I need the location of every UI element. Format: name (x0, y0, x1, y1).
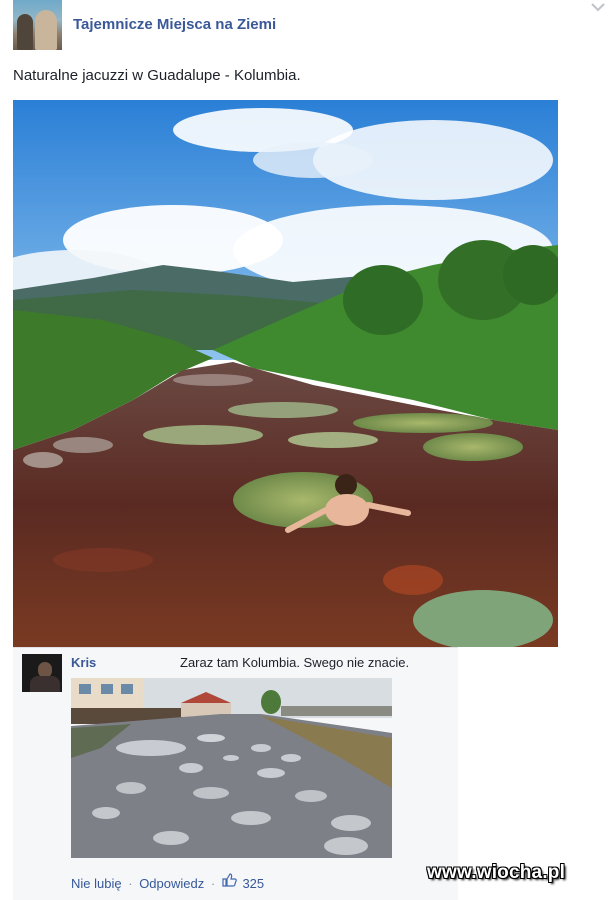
commenter-name-link[interactable]: Kris (71, 655, 96, 670)
separator: · (128, 876, 133, 892)
post-header: Tajemnicze Miejsca na Ziemi (13, 0, 605, 52)
page-avatar[interactable] (13, 0, 62, 50)
comment-actions: Nie lubię · Odpowiedz · 325 (71, 873, 264, 891)
like-count[interactable]: 325 (242, 876, 264, 891)
chevron-down-icon[interactable] (591, 2, 605, 12)
separator: · (210, 876, 216, 892)
watermark: www.wiocha.pl (427, 862, 566, 883)
page-name-link[interactable]: Tajemnicze Miejsca na Ziemi (73, 16, 276, 33)
thumbs-up-icon (222, 873, 237, 887)
comment: Kris Zaraz tam Kolumbia. Swego nie znaci… (13, 647, 458, 900)
comment-photo[interactable] (71, 678, 392, 858)
unlike-link[interactable]: Nie lubię (71, 876, 122, 891)
reply-link[interactable]: Odpowiedz (139, 876, 204, 891)
post-photo[interactable] (13, 100, 558, 647)
post-text: Naturalne jacuzzi w Guadalupe - Kolumbia… (13, 67, 301, 84)
commenter-avatar[interactable] (22, 654, 62, 692)
comment-text: Zaraz tam Kolumbia. Swego nie znacie. (180, 655, 410, 670)
